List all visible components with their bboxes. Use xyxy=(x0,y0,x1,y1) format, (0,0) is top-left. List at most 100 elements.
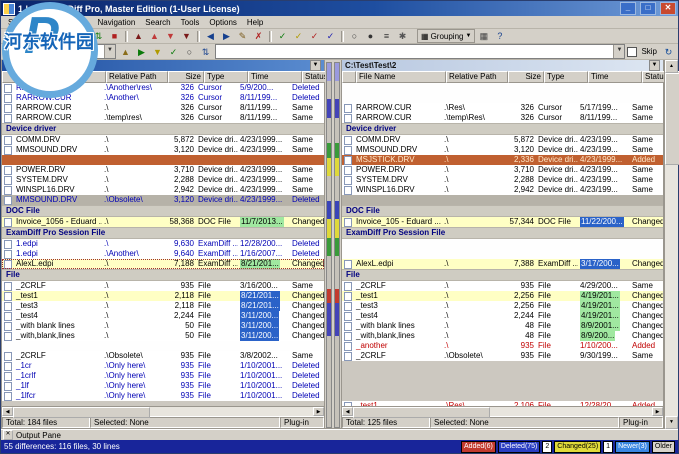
delete-icon[interactable]: ✗ xyxy=(251,30,266,42)
table-row[interactable]: _test4.\2,244File3/11/200...ChangedA xyxy=(2,311,324,321)
table-row[interactable]: _1lfcr .\Only here\ 935 File 1/10/2001... Del… xyxy=(2,391,324,401)
menu-item-help[interactable]: Help xyxy=(242,18,268,27)
group-row[interactable]: ExamDiff Pro Session File xyxy=(2,227,324,239)
show-added-icon[interactable]: ✓ xyxy=(307,30,322,42)
right-pane-header[interactable]: C:\Test\Test\2 ▼ xyxy=(342,60,663,71)
table-row[interactable]: RARROW.CUR .\temp\res\ 326 Cursor 8/11/199..… xyxy=(2,113,324,123)
show-same-icon[interactable]: ✓ xyxy=(275,30,290,42)
copy-right-icon[interactable]: ▶ xyxy=(219,30,234,42)
open-icon[interactable]: ▣ xyxy=(3,30,18,42)
table-row[interactable]: MMSOUND.DRV .\Obsolete\ 3,120 Device dri...… xyxy=(2,195,324,205)
table-row[interactable]: RARROW.CUR.\326Cursor8/11/199...SameA xyxy=(2,103,324,113)
column-header-type[interactable]: Type xyxy=(204,71,248,83)
table-row[interactable]: _test1.\Res\2,106File12/28/20...AddedA xyxy=(342,401,663,406)
table-row[interactable]: _2CRLF.\Obsolete\935File3/8/2002...SameA xyxy=(2,351,324,361)
menu-item-session[interactable]: Session xyxy=(3,18,41,27)
table-row[interactable]: _with blank lines .\ 50 File 3/11/200... Chan… xyxy=(2,321,324,331)
table-row[interactable]: _test1.\2,256File4/19/201...ChangedA xyxy=(342,291,663,301)
go-icon[interactable]: ▶ xyxy=(134,45,149,58)
recompare-icon[interactable]: ↻ xyxy=(75,30,90,42)
scroll-left-icon[interactable]: ◀ xyxy=(342,407,353,416)
scroll-left-icon[interactable]: ◀ xyxy=(2,407,13,416)
show-changed-icon[interactable]: ✓ xyxy=(291,30,306,42)
column-header-relative-path[interactable]: Relative Path xyxy=(106,71,168,83)
column-header-time[interactable]: Time xyxy=(588,71,642,83)
save-icon[interactable]: ◧ xyxy=(19,30,34,42)
column-header-type[interactable]: Type xyxy=(544,71,588,83)
scroll-down-icon[interactable]: ▼ xyxy=(665,416,678,429)
left-pane-header[interactable]: C:\test1 ▼ xyxy=(2,60,324,71)
table-row[interactable]: _2CRLF.\935File3/16/200...SameA xyxy=(2,281,324,291)
menu-item-edit[interactable]: Edit xyxy=(41,18,65,27)
table-row[interactable]: AlexL.edpi .\ 7,388 ExamDiff ... 3/17/200...… xyxy=(342,259,663,269)
copy-left-icon[interactable]: ◀ xyxy=(203,30,218,42)
first-diff-icon[interactable]: ▲ xyxy=(131,30,146,42)
table-row[interactable]: POWER.DRV .\ 3,710 Device dri... 4/23/1999..… xyxy=(2,165,324,175)
scroll-right-icon[interactable]: ▶ xyxy=(313,407,324,416)
show-deleted-icon[interactable]: ✓ xyxy=(323,30,338,42)
group-row[interactable]: Device driver xyxy=(342,123,663,135)
last-diff-icon[interactable]: ▼ xyxy=(179,30,194,42)
scrollbar-thumb[interactable] xyxy=(665,73,679,165)
filter-combo[interactable]: ▼ xyxy=(215,44,626,59)
table-row[interactable]: RARROW.CUR .\Another\res\ 326 Cursor 5/9/200… xyxy=(2,83,324,93)
table-row[interactable]: _another.\935File1/10/200...AddedA xyxy=(342,341,663,351)
column-header-size[interactable]: Size xyxy=(168,71,204,83)
table-row[interactable]: WINSPL16.DRV .\ 2,942 Device dri... 4/23/199… xyxy=(342,185,663,195)
table-row[interactable]: _with,blank,lines .\ 50 File 3/11/200... Chan… xyxy=(2,331,324,341)
table-row[interactable]: SYSTEM.DRV .\ 2,288 Device dri... 4/23/199..… xyxy=(342,175,663,185)
session-path-combo[interactable]: ▼ xyxy=(3,44,116,59)
table-row[interactable]: _1lf .\Only here\ 935 File 1/10/2001... Delet… xyxy=(2,381,324,391)
scrollbar-thumb[interactable] xyxy=(13,407,150,418)
scroll-right-icon[interactable]: ▶ xyxy=(652,407,663,416)
match-case-icon[interactable]: ✓ xyxy=(166,45,181,58)
group-row[interactable]: DOC File xyxy=(342,205,663,217)
next-diff-icon[interactable]: ▼ xyxy=(163,30,178,42)
table-row[interactable]: Invoice_105 - Eduard ... .\ 57,344 DOC File… xyxy=(342,217,663,227)
prev-diff-icon[interactable]: ▲ xyxy=(147,30,162,42)
group-row[interactable]: DOC File xyxy=(2,205,324,217)
diff-map-right[interactable] xyxy=(334,62,340,428)
table-row[interactable]: _1crlf .\Only here\ 935 File 1/10/2001... Del… xyxy=(2,371,324,381)
table-row[interactable]: SYSTEM.DRV .\ 2,288 Device dri... 4/23/1999.… xyxy=(2,175,324,185)
table-row[interactable]: _with blank lines .\ 48 File 8/9/2001... Chan… xyxy=(342,321,663,331)
chevron-down-icon[interactable]: ▼ xyxy=(649,60,660,71)
print-icon[interactable]: ▤ xyxy=(35,30,50,42)
stop-icon[interactable]: ■ xyxy=(107,30,122,42)
table-row[interactable]: RARROW.CUR .\temp\Res\ 326 Cursor 8/11/199..… xyxy=(342,113,663,123)
maximize-button[interactable]: □ xyxy=(640,2,656,15)
vertical-scrollbar[interactable]: ▲ ▼ xyxy=(664,60,679,429)
table-row[interactable]: Invoice_1056 - Eduard ... .\ 58,368 DOC Fil… xyxy=(2,217,324,227)
column-header-size[interactable]: Size xyxy=(508,71,544,83)
column-header-relative-path[interactable]: Relative Path xyxy=(446,71,508,83)
scroll-up-icon[interactable]: ▲ xyxy=(665,60,678,73)
menu-item-navigation[interactable]: Navigation xyxy=(92,18,140,27)
table-row[interactable]: MMSOUND.DRV .\ 3,120 Device dri... 4/23/1999… xyxy=(2,145,324,155)
up-level-icon[interactable]: ▲ xyxy=(118,45,133,58)
filter-input[interactable] xyxy=(216,45,614,58)
table-row[interactable]: WINSPL16.DRV .\ 2,942 Device dri... 4/23/199… xyxy=(2,185,324,195)
table-row[interactable]: COMM.DRV .\ 5,872 Device dri... 4/23/1999...… xyxy=(2,135,324,145)
help-icon[interactable]: ? xyxy=(492,30,508,42)
table-row[interactable]: RARROW.CUR .\Res\ 326 Cursor 5/17/199... Same… xyxy=(342,103,663,113)
options-icon[interactable]: ✱ xyxy=(395,30,410,42)
chevron-down-icon[interactable]: ▼ xyxy=(104,45,115,58)
report-icon[interactable]: ≡ xyxy=(379,30,394,42)
table-row[interactable]: _test3.\2,118File8/21/201...ChangedA xyxy=(2,301,324,311)
skip-checkbox[interactable] xyxy=(627,46,638,57)
column-header-file-name[interactable]: File Name xyxy=(16,71,106,83)
menu-item-view[interactable]: View xyxy=(65,18,92,27)
close-button[interactable]: ✕ xyxy=(660,2,676,15)
table-row[interactable]: MMSOUND.DRV .\ 3,120 Device dri... 4/23/199.… xyxy=(342,145,663,155)
refresh-filter-icon[interactable]: ↻ xyxy=(661,45,676,58)
close-icon[interactable]: ✕ xyxy=(3,430,13,440)
edit-icon[interactable]: ✎ xyxy=(235,30,250,42)
right-horizontal-scrollbar[interactable]: ◀ ▶ xyxy=(342,406,663,418)
swap-panes-icon[interactable]: ⇅ xyxy=(91,30,106,42)
group-row[interactable]: Device driver xyxy=(2,123,324,135)
left-horizontal-scrollbar[interactable]: ◀ ▶ xyxy=(2,406,324,418)
sync-scroll-icon[interactable]: ⇅ xyxy=(198,45,213,58)
table-row[interactable]: RARROW.CUR .\Another\ 326 Cursor 8/11/199...… xyxy=(2,93,324,103)
table-row[interactable]: _1cr .\Only here\ 935 File 1/10/2001... Delet… xyxy=(2,361,324,371)
table-row[interactable]: _test3.\2,256File4/19/201...ChangedA xyxy=(342,301,663,311)
